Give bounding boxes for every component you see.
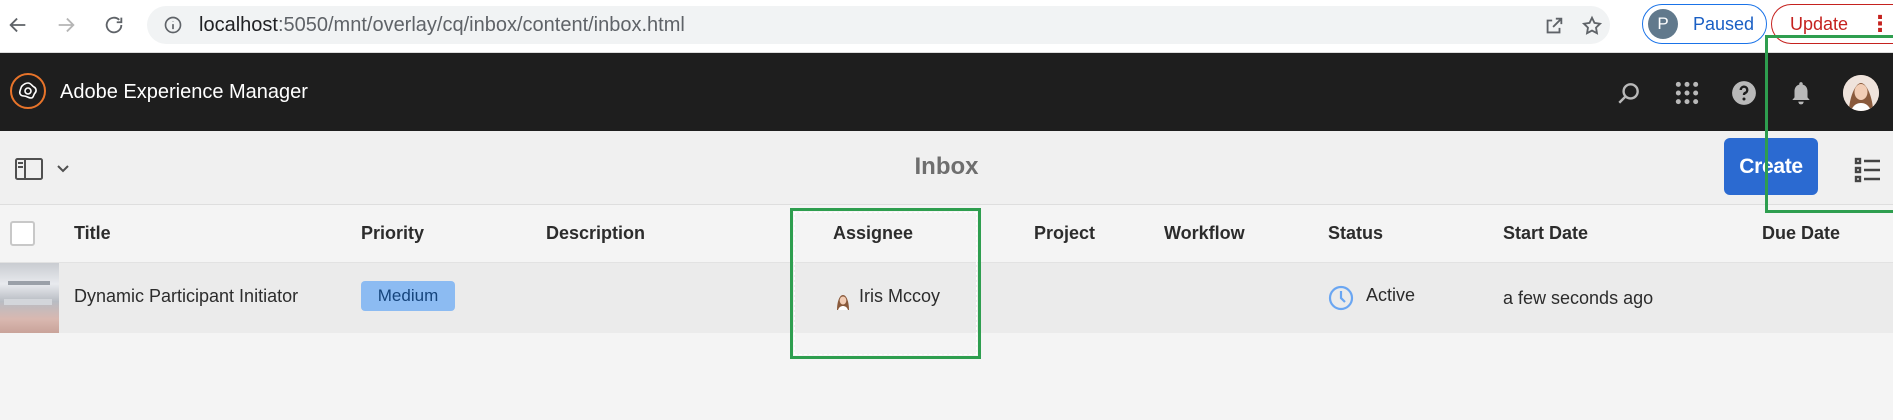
browser-toolbar: localhost:5050/mnt/overlay/cq/inbox/cont…: [0, 0, 1893, 53]
reload-icon: [105, 16, 123, 34]
search-icon[interactable]: [1615, 79, 1643, 107]
priority-badge: Medium: [361, 281, 455, 311]
aem-logo-icon[interactable]: [10, 73, 46, 109]
profile-avatar: P: [1648, 9, 1678, 39]
column-header-description[interactable]: Description: [546, 223, 645, 244]
column-header-title[interactable]: Title: [74, 223, 111, 244]
address-bar[interactable]: localhost:5050/mnt/overlay/cq/inbox/cont…: [147, 6, 1610, 44]
aem-shell-header: Adobe Experience Manager: [0, 53, 1893, 131]
row-title[interactable]: Dynamic Participant Initiator: [74, 286, 298, 307]
column-header-project[interactable]: Project: [1034, 223, 1095, 244]
app-title: Adobe Experience Manager: [60, 81, 308, 103]
profile-status: Paused: [1693, 14, 1755, 34]
page-title: Inbox: [914, 153, 979, 180]
solutions-grid-icon[interactable]: [1673, 79, 1701, 107]
row-status: Active: [1366, 285, 1416, 305]
forward-button[interactable]: [50, 10, 82, 40]
url-host: localhost: [199, 14, 278, 36]
back-button[interactable]: [2, 10, 34, 40]
url-text: localhost:5050/mnt/overlay/cq/inbox/cont…: [199, 14, 685, 36]
arrow-left-icon: [9, 17, 26, 33]
action-bar: Inbox Create: [0, 131, 1893, 205]
clock-icon: [1328, 285, 1354, 311]
corner-highlight-box: [1765, 35, 1893, 213]
update-label: Update: [1790, 14, 1849, 34]
info-icon[interactable]: [163, 15, 183, 35]
profile-button[interactable]: P Paused: [1642, 4, 1767, 44]
item-thumbnail: [0, 263, 59, 333]
url-path: :5050/mnt/overlay/cq/inbox/content/inbox…: [277, 14, 685, 36]
column-header-due-date[interactable]: Due Date: [1762, 223, 1840, 244]
bookmark-star-icon[interactable]: [1581, 15, 1603, 37]
share-icon[interactable]: [1543, 15, 1565, 37]
reload-button[interactable]: [98, 10, 130, 40]
select-all-checkbox[interactable]: [10, 221, 35, 246]
column-header-start-date[interactable]: Start Date: [1503, 223, 1588, 244]
arrow-right-icon: [58, 17, 75, 33]
row-start-date: a few seconds ago: [1503, 288, 1654, 308]
help-icon[interactable]: [1730, 79, 1758, 107]
kebab-menu-icon[interactable]: ⋮: [1869, 11, 1891, 37]
column-header-priority[interactable]: Priority: [361, 223, 424, 244]
column-header-status[interactable]: Status: [1328, 223, 1383, 244]
assignee-highlight-box: [790, 208, 981, 359]
column-header-workflow[interactable]: Workflow: [1164, 223, 1245, 244]
